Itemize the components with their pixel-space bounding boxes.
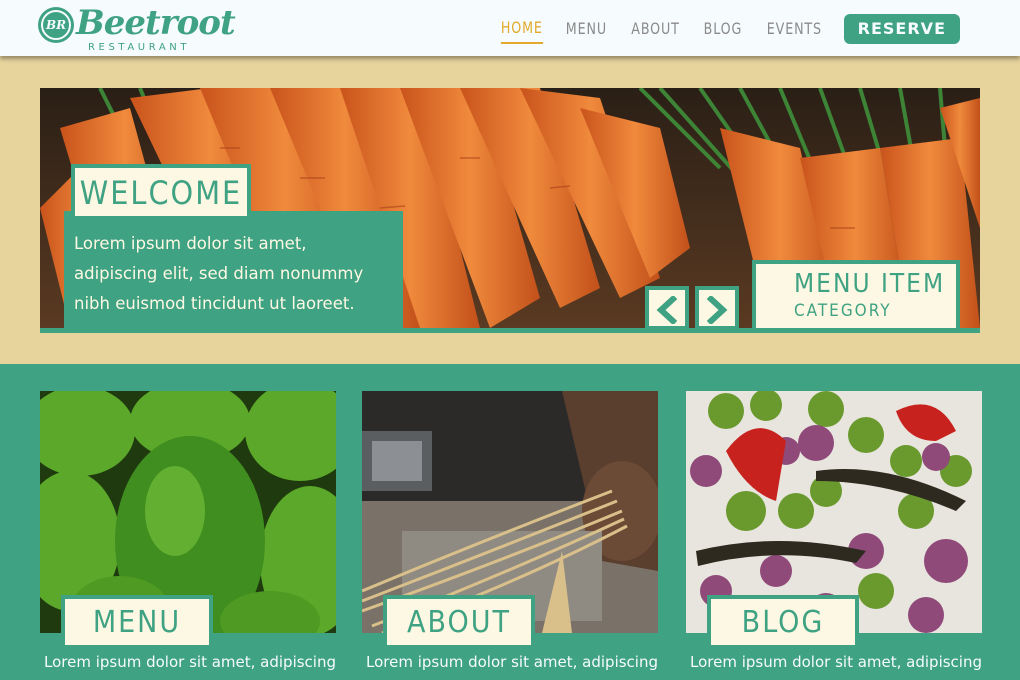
card-text-blog: Lorem ipsum dolor sit amet, adipiscing	[690, 653, 982, 671]
logo-subtitle: RESTAURANT	[88, 42, 191, 53]
nav-item-menu[interactable]: MENU	[566, 14, 607, 44]
card-menu[interactable]: MENU Lorem ipsum dolor sit amet, adipisc…	[40, 391, 336, 671]
slider-next-button[interactable]	[695, 286, 739, 330]
card-label-blog: BLOG	[707, 595, 859, 645]
card-about[interactable]: ABOUT Lorem ipsum dolor sit amet, adipis…	[362, 391, 658, 671]
logo[interactable]: BR Beetroot RESTAURANT	[38, 3, 236, 53]
featured-menu-item-card[interactable]: MENU ITEM CATEGORY	[752, 260, 960, 332]
welcome-title: WELCOME	[71, 164, 251, 216]
main-nav: HOME MENU ABOUT BLOG EVENTS RESERVE	[480, 14, 960, 44]
chevron-left-icon	[656, 296, 678, 324]
menu-item-category: CATEGORY	[794, 301, 892, 321]
card-text-menu: Lorem ipsum dolor sit amet, adipiscing	[44, 653, 336, 671]
site-header: BR Beetroot RESTAURANT HOME MENU ABOUT B…	[0, 0, 1020, 56]
card-text-about: Lorem ipsum dolor sit amet, adipiscing	[366, 653, 658, 671]
reserve-button[interactable]: RESERVE	[843, 14, 960, 44]
welcome-text: Lorem ipsum dolor sit amet, adipiscing e…	[64, 211, 403, 328]
menu-item-title: MENU ITEM	[794, 269, 946, 299]
card-label-menu: MENU	[61, 595, 213, 645]
nav-item-home[interactable]: HOME	[500, 14, 543, 44]
logo-badge-icon: BR	[38, 7, 74, 43]
nav-item-about[interactable]: ABOUT	[631, 14, 679, 44]
nav-item-events[interactable]: EVENTS	[767, 14, 822, 44]
nav-item-blog[interactable]: BLOG	[704, 14, 743, 44]
card-blog[interactable]: BLOG Lorem ipsum dolor sit amet, adipisc…	[686, 391, 982, 671]
slider-prev-button[interactable]	[645, 286, 689, 330]
card-label-about: ABOUT	[383, 595, 535, 645]
logo-name: Beetroot	[76, 3, 236, 43]
chevron-right-icon	[706, 296, 728, 324]
